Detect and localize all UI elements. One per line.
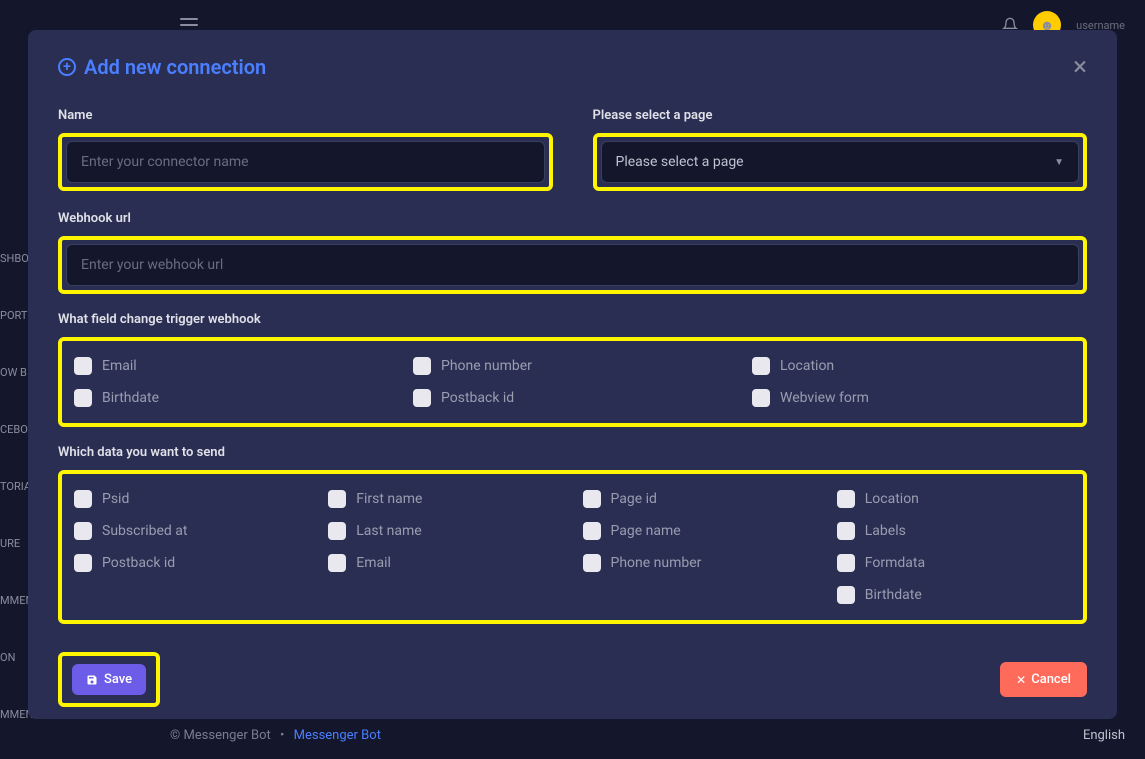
webhook-label: Webhook url — [58, 211, 1087, 226]
checkbox-label: Psid — [102, 491, 129, 507]
webhook-url-input[interactable] — [66, 244, 1079, 286]
checkbox-label: Postback id — [102, 555, 175, 571]
language-selector[interactable]: English — [1083, 728, 1125, 743]
send-firstname[interactable]: First name — [328, 490, 562, 508]
webhook-highlight — [58, 236, 1087, 294]
chevron-down-icon: ▼ — [1054, 157, 1064, 168]
checkbox-icon[interactable] — [328, 522, 346, 540]
plus-circle-icon: + — [58, 58, 76, 76]
trigger-section-label: What field change trigger webhook — [58, 312, 1087, 327]
modal-title-text: Add new connection — [84, 55, 266, 79]
checkbox-label: Birthdate — [102, 390, 159, 406]
checkbox-icon[interactable] — [74, 490, 92, 508]
send-lastname[interactable]: Last name — [328, 522, 562, 540]
footer-copyright: © Messenger Bot • Messenger Bot — [170, 728, 381, 743]
send-pageid[interactable]: Page id — [583, 490, 817, 508]
send-psid[interactable]: Psid — [74, 490, 308, 508]
checkbox-label: Postback id — [441, 390, 514, 406]
checkbox-label: Page name — [611, 523, 681, 539]
checkbox-icon[interactable] — [328, 490, 346, 508]
connector-name-input[interactable] — [66, 141, 545, 183]
checkbox-label: First name — [356, 491, 422, 507]
send-grid: Psid Subscribed at Postback id First nam… — [66, 478, 1079, 616]
checkbox-label: Labels — [865, 523, 906, 539]
send-section-label: Which data you want to send — [58, 445, 1087, 460]
name-highlight — [58, 133, 553, 191]
modal-title: + Add new connection — [58, 55, 266, 79]
save-label: Save — [104, 672, 132, 687]
checkbox-label: Webview form — [780, 390, 869, 406]
save-highlight: Save — [58, 652, 160, 707]
trigger-grid: Email Phone number Location Birthdate Po… — [66, 345, 1079, 419]
checkbox-icon[interactable] — [837, 490, 855, 508]
checkbox-icon[interactable] — [837, 554, 855, 572]
checkbox-label: Subscribed at — [102, 523, 187, 539]
send-formdata[interactable]: Formdata — [837, 554, 1071, 572]
checkbox-icon[interactable] — [837, 586, 855, 604]
send-pagename[interactable]: Page name — [583, 522, 817, 540]
checkbox-label: Email — [356, 555, 391, 571]
trigger-location[interactable]: Location — [752, 357, 1071, 375]
checkbox-icon[interactable] — [74, 357, 92, 375]
modal-footer: Save ✕ Cancel — [58, 652, 1087, 707]
cancel-label: Cancel — [1031, 672, 1071, 687]
save-icon — [86, 674, 98, 686]
checkbox-label: Location — [865, 491, 919, 507]
page-highlight: Please select a page ▼ — [593, 133, 1088, 191]
checkbox-icon[interactable] — [752, 389, 770, 407]
checkbox-label: Email — [102, 358, 137, 374]
cancel-button[interactable]: ✕ Cancel — [1000, 662, 1087, 697]
checkbox-icon[interactable] — [752, 357, 770, 375]
name-label: Name — [58, 108, 553, 123]
checkbox-icon[interactable] — [583, 554, 601, 572]
checkbox-label: Phone number — [441, 358, 532, 374]
send-location[interactable]: Location — [837, 490, 1071, 508]
checkbox-icon[interactable] — [413, 357, 431, 375]
send-email[interactable]: Email — [328, 554, 562, 572]
cancel-x-icon: ✕ — [1016, 673, 1026, 687]
trigger-highlight: Email Phone number Location Birthdate Po… — [58, 337, 1087, 427]
send-birthdate[interactable]: Birthdate — [837, 586, 1071, 604]
send-labels[interactable]: Labels — [837, 522, 1071, 540]
page-select-label: Please select a page — [593, 108, 1088, 123]
close-icon: × — [1073, 52, 1087, 82]
checkbox-label: Last name — [356, 523, 421, 539]
close-button[interactable]: × — [1073, 54, 1087, 80]
checkbox-icon[interactable] — [74, 554, 92, 572]
checkbox-label: Birthdate — [865, 587, 922, 603]
send-subscribed[interactable]: Subscribed at — [74, 522, 308, 540]
checkbox-label: Phone number — [611, 555, 702, 571]
checkbox-icon[interactable] — [413, 389, 431, 407]
checkbox-icon[interactable] — [837, 522, 855, 540]
page-select[interactable]: Please select a page ▼ — [601, 141, 1080, 183]
checkbox-icon[interactable] — [328, 554, 346, 572]
footer-link[interactable]: Messenger Bot — [294, 728, 381, 743]
add-connection-modal: + Add new connection × Name Please selec… — [28, 30, 1117, 719]
send-highlight: Psid Subscribed at Postback id First nam… — [58, 470, 1087, 624]
save-button[interactable]: Save — [72, 664, 146, 695]
checkbox-icon[interactable] — [74, 389, 92, 407]
trigger-phone[interactable]: Phone number — [413, 357, 732, 375]
checkbox-icon[interactable] — [583, 490, 601, 508]
checkbox-label: Page id — [611, 491, 657, 507]
checkbox-icon[interactable] — [74, 522, 92, 540]
send-postback[interactable]: Postback id — [74, 554, 308, 572]
trigger-webview[interactable]: Webview form — [752, 389, 1071, 407]
modal-header: + Add new connection × — [58, 54, 1087, 80]
trigger-birthdate[interactable]: Birthdate — [74, 389, 393, 407]
trigger-email[interactable]: Email — [74, 357, 393, 375]
trigger-postback[interactable]: Postback id — [413, 389, 732, 407]
checkbox-label: Formdata — [865, 555, 925, 571]
checkbox-label: Location — [780, 358, 834, 374]
page-select-value: Please select a page — [616, 154, 744, 170]
send-phonenumber[interactable]: Phone number — [583, 554, 817, 572]
checkbox-icon[interactable] — [583, 522, 601, 540]
